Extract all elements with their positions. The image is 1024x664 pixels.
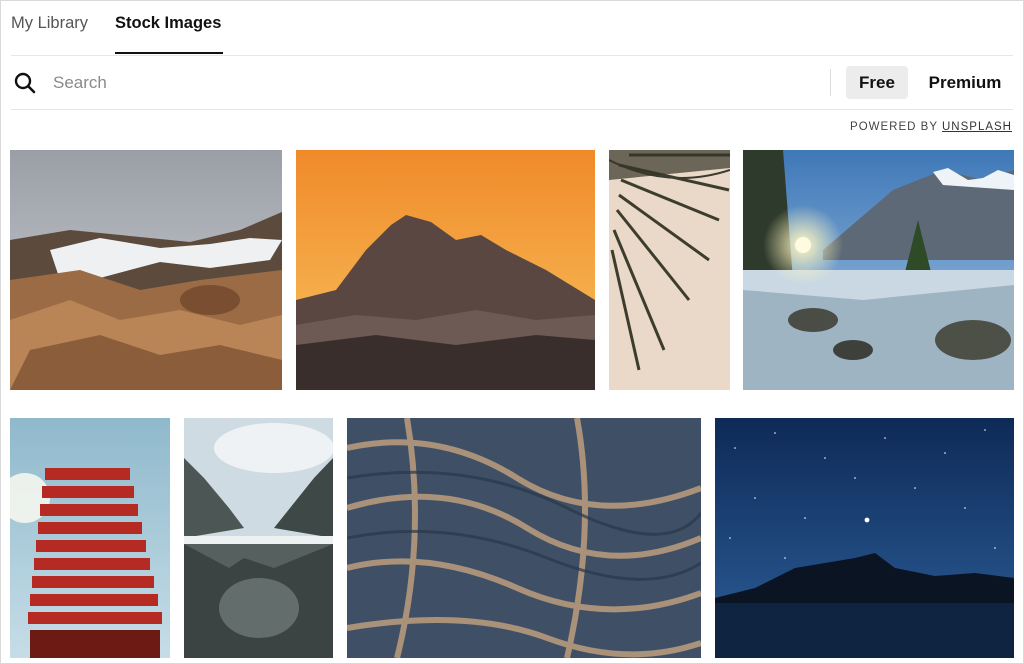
search-bar: Free Premium: [11, 56, 1013, 110]
image-snowy-mountains: [10, 150, 282, 390]
stock-image-palm-frond[interactable]: [609, 150, 730, 390]
image-palm-frond: [609, 150, 730, 390]
active-tab-indicator: [115, 52, 223, 54]
powered-by-credit: POWERED BY UNSPLASH: [850, 121, 1012, 133]
stock-image-mountain-sunset[interactable]: [296, 150, 595, 390]
image-river-delta: [347, 418, 701, 658]
search-icon[interactable]: [14, 72, 36, 94]
image-lake-reflection: [184, 418, 333, 658]
image-alpine-lake: [743, 150, 1014, 390]
stock-image-alpine-lake[interactable]: [743, 150, 1014, 390]
premium-filter-button[interactable]: Premium: [917, 66, 1013, 99]
image-red-tower: [10, 418, 170, 658]
powered-by-label: POWERED BY: [850, 121, 942, 133]
tab-my-library[interactable]: My Library: [11, 14, 88, 33]
unsplash-link[interactable]: UNSPLASH: [942, 121, 1012, 133]
divider: [830, 69, 831, 96]
stock-image-lake-reflection[interactable]: [184, 418, 333, 658]
stock-image-starry-night[interactable]: [715, 418, 1014, 658]
stock-image-river-delta[interactable]: [347, 418, 701, 658]
stock-image-red-tower[interactable]: [10, 418, 170, 658]
free-filter-button[interactable]: Free: [846, 66, 908, 99]
stock-image-panel: My Library Stock Images Free Premium POW…: [0, 0, 1024, 664]
tab-stock-images[interactable]: Stock Images: [115, 14, 221, 33]
stock-image-snowy-mountains[interactable]: [10, 150, 282, 390]
tab-bar: My Library Stock Images: [11, 1, 1013, 56]
search-input[interactable]: [51, 68, 555, 98]
image-mountain-sunset: [296, 150, 595, 390]
image-starry-night: [715, 418, 1014, 658]
